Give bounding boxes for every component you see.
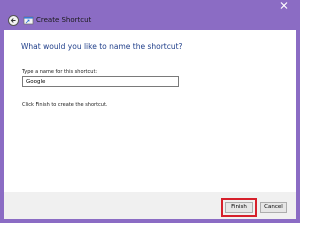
name-field-label: Type a name for this shortcut:	[22, 69, 98, 75]
shortcut-icon	[23, 16, 34, 25]
instruction-text: Click Finish to create the shortcut.	[22, 102, 108, 108]
finish-button[interactable]: Finish	[225, 202, 253, 213]
create-shortcut-window: What would you like to name the shortcut…	[0, 0, 300, 223]
window-title: Create Shortcut	[36, 16, 92, 24]
button-bar: Finish Cancel	[4, 192, 296, 219]
cancel-button[interactable]: Cancel	[260, 202, 287, 213]
shortcut-name-input[interactable]	[22, 76, 179, 87]
close-button[interactable]	[268, 0, 300, 11]
close-icon	[280, 2, 288, 9]
page-heading: What would you like to name the shortcut…	[21, 42, 183, 51]
wizard-content: What would you like to name the shortcut…	[4, 30, 296, 192]
back-arrow-icon	[10, 18, 16, 23]
back-button[interactable]	[8, 15, 19, 26]
